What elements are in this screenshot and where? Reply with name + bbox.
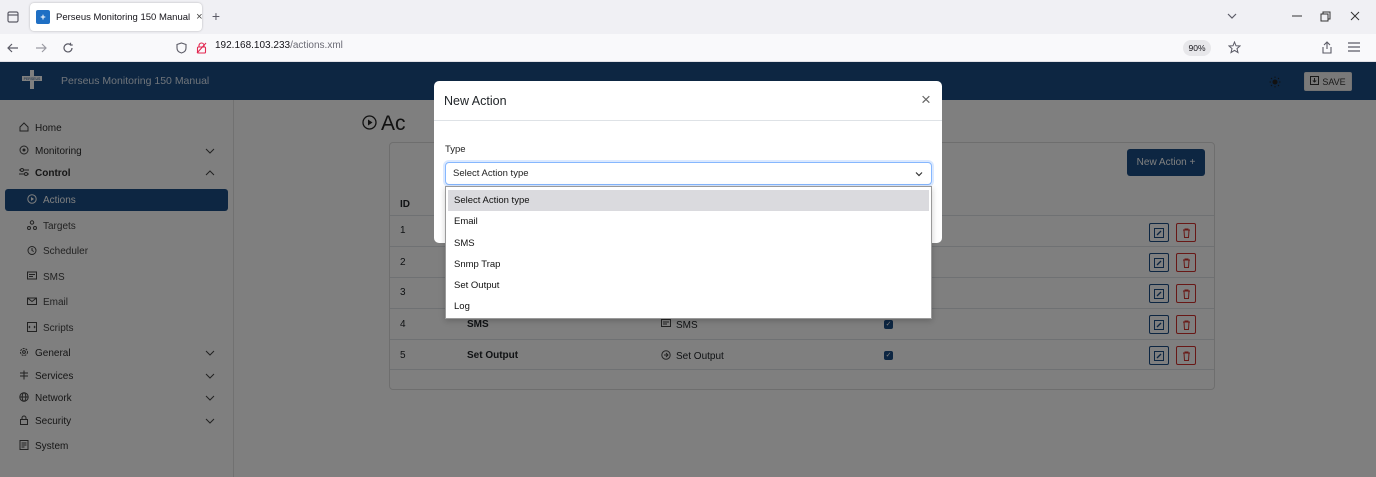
site-favicon-icon: + bbox=[36, 10, 50, 24]
new-tab-button[interactable]: + bbox=[209, 8, 223, 24]
insecure-lock-icon[interactable] bbox=[194, 41, 208, 55]
url-path: /actions.xml bbox=[290, 40, 343, 51]
option-email[interactable]: Email bbox=[448, 211, 929, 232]
tab-list-icon[interactable] bbox=[6, 10, 20, 24]
modal-title: New Action bbox=[444, 94, 507, 108]
menu-hamburger-icon[interactable] bbox=[1347, 40, 1361, 54]
close-window-icon[interactable] bbox=[1348, 9, 1362, 23]
zoom-level-badge[interactable]: 90% bbox=[1183, 40, 1211, 56]
tab-close-icon[interactable]: × bbox=[196, 11, 202, 23]
option-sms[interactable]: SMS bbox=[448, 233, 929, 254]
forward-arrow-icon[interactable] bbox=[34, 41, 48, 55]
share-icon[interactable] bbox=[1320, 40, 1334, 54]
option-log[interactable]: Log bbox=[448, 296, 929, 317]
option-snmp-trap[interactable]: Snmp Trap bbox=[448, 254, 929, 275]
browser-tab[interactable]: + Perseus Monitoring 150 Manual × bbox=[30, 3, 203, 31]
option-select-action-type[interactable]: Select Action type bbox=[448, 190, 929, 211]
shield-icon[interactable] bbox=[174, 41, 188, 55]
bookmark-star-icon[interactable] bbox=[1227, 40, 1241, 54]
action-type-select[interactable]: Select Action type bbox=[445, 162, 932, 185]
modal-divider bbox=[434, 120, 942, 121]
tab-overflow-chevron-icon[interactable] bbox=[1226, 10, 1238, 22]
reload-icon[interactable] bbox=[61, 41, 75, 55]
tab-title: Perseus Monitoring 150 Manual bbox=[56, 11, 191, 23]
type-label: Type bbox=[445, 144, 466, 155]
restore-window-icon[interactable] bbox=[1318, 9, 1332, 23]
browser-tab-bar bbox=[0, 0, 1376, 34]
back-arrow-icon[interactable] bbox=[6, 41, 20, 55]
url-host: 192.168.103.233 bbox=[215, 40, 291, 51]
option-set-output[interactable]: Set Output bbox=[448, 275, 929, 296]
action-type-dropdown: Select Action type Email SMS Snmp Trap S… bbox=[445, 186, 932, 319]
modal-close-icon[interactable]: × bbox=[918, 90, 934, 109]
minimize-window-icon[interactable] bbox=[1290, 9, 1304, 23]
chevron-down-icon bbox=[914, 169, 924, 179]
url-bar[interactable]: 192.168.103.233/actions.xml bbox=[215, 40, 343, 51]
